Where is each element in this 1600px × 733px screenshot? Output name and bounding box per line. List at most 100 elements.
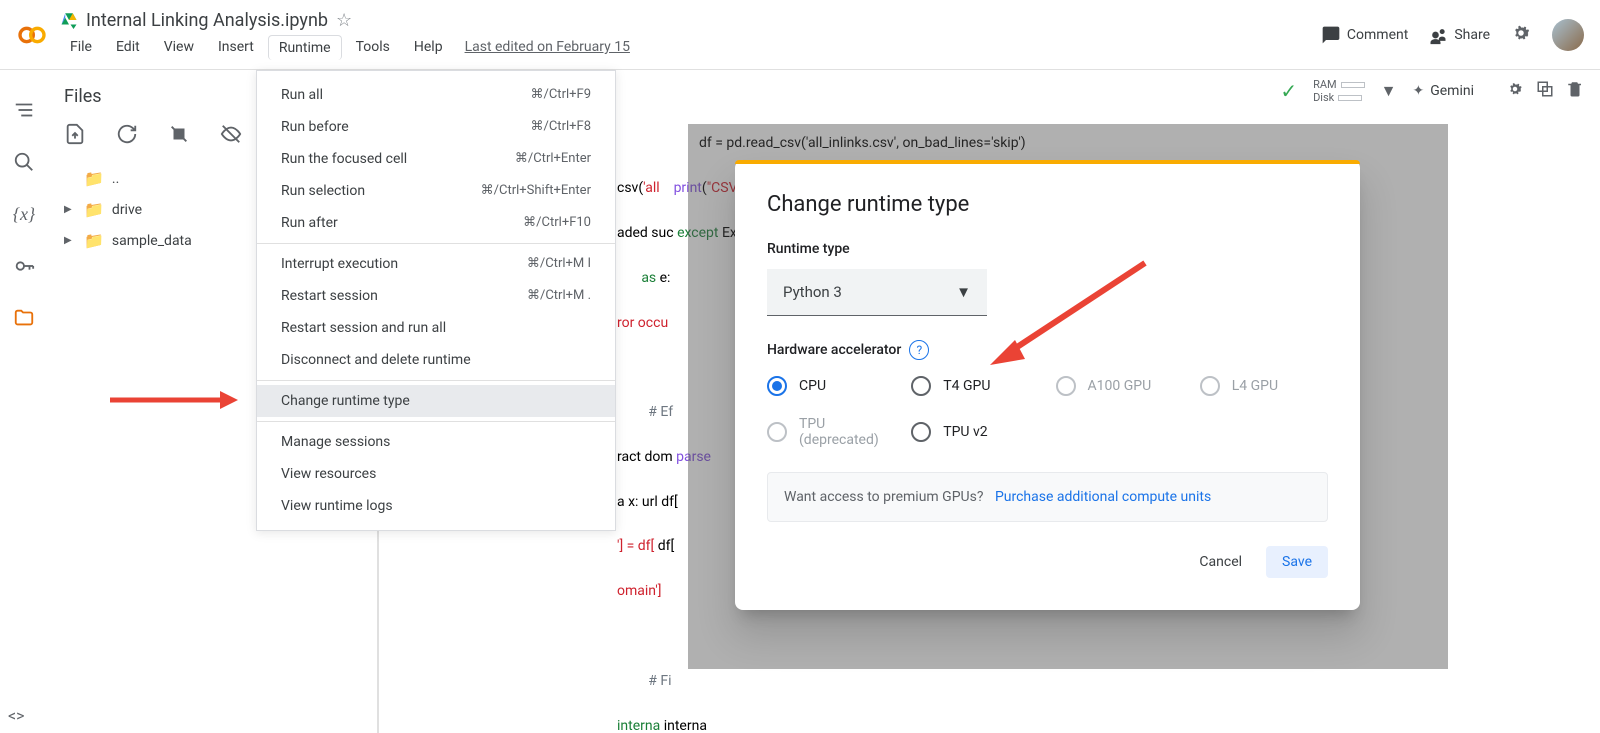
comment-button[interactable]: Comment	[1321, 25, 1408, 45]
runtime-menu-item[interactable]: Manage sessions	[257, 426, 615, 458]
mirror-cell-icon[interactable]	[1536, 80, 1554, 102]
refresh-icon[interactable]	[116, 123, 140, 147]
last-edited[interactable]: Last edited on February 15	[465, 39, 630, 55]
menu-item-label: Manage sessions	[281, 434, 390, 450]
runtime-menu-item[interactable]: Run before⌘/Ctrl+F8	[257, 111, 615, 143]
menu-edit[interactable]: Edit	[106, 35, 150, 59]
gemini-label: Gemini	[1430, 83, 1474, 99]
accelerator-option[interactable]: CPU	[767, 376, 895, 396]
menu-item-shortcut: ⌘/Ctrl+F10	[523, 215, 591, 231]
settings-icon[interactable]	[1510, 22, 1532, 48]
menu-item-label: View runtime logs	[281, 498, 393, 514]
files-icon[interactable]	[12, 306, 36, 330]
radio-icon	[911, 376, 931, 396]
drive-icon	[60, 11, 78, 29]
save-button[interactable]: Save	[1266, 546, 1328, 578]
resource-meters[interactable]: RAM Disk	[1313, 78, 1365, 104]
delete-cell-icon[interactable]	[1566, 80, 1584, 102]
radio-label: TPU (deprecated)	[799, 416, 895, 448]
menu-insert[interactable]: Insert	[208, 35, 264, 59]
modal-accent-bar	[735, 160, 1360, 164]
runtime-menu-item[interactable]: View resources	[257, 458, 615, 490]
runtime-menu-item[interactable]: Interrupt execution ⌘/Ctrl+M I	[257, 248, 615, 280]
menu-item-label: Interrupt execution	[281, 256, 398, 272]
radio-label: T4 GPU	[943, 378, 990, 394]
sparkle-icon: ✦	[1412, 83, 1424, 99]
radio-label: CPU	[799, 378, 826, 394]
file-label: sample_data	[112, 233, 192, 249]
hidden-files-icon[interactable]	[220, 123, 244, 147]
menu-file[interactable]: File	[60, 35, 102, 59]
dropdown-caret-icon: ▼	[956, 283, 971, 301]
menu-item-label: Change runtime type	[281, 393, 410, 409]
upload-icon[interactable]	[64, 123, 88, 147]
premium-banner: Want access to premium GPUs? Purchase ad…	[767, 472, 1328, 522]
left-sidebar: {x}	[0, 70, 48, 330]
radio-icon	[911, 422, 931, 442]
colab-logo	[16, 19, 48, 51]
hw-accel-label: Hardware accelerator	[767, 342, 901, 358]
star-icon[interactable]: ☆	[336, 10, 352, 31]
menu-bar: File Edit View Insert Runtime Tools Help…	[60, 35, 1321, 60]
menu-item-shortcut: ⌘/Ctrl+Shift+Enter	[481, 183, 591, 199]
accelerator-option: A100 GPU	[1056, 376, 1184, 396]
ram-label: RAM	[1313, 78, 1337, 91]
runtime-menu-item[interactable]: Disconnect and delete runtime	[257, 344, 615, 376]
share-button[interactable]: Share	[1428, 25, 1490, 45]
runtime-menu-item[interactable]: Run after ⌘/Ctrl+F10	[257, 207, 615, 239]
accelerator-radio-group: CPU T4 GPU A100 GPU L4 GPU TPU (deprecated) T…	[767, 376, 1328, 448]
mount-drive-icon[interactable]	[168, 123, 192, 147]
menu-item-label: View resources	[281, 466, 376, 482]
check-icon: ✓	[1280, 79, 1297, 103]
cell-settings-icon[interactable]	[1506, 80, 1524, 102]
share-label: Share	[1454, 27, 1490, 43]
runtime-menu-item[interactable]: View runtime logs	[257, 490, 615, 522]
menu-view[interactable]: View	[154, 35, 204, 59]
accelerator-option: L4 GPU	[1200, 376, 1328, 396]
menu-runtime[interactable]: Runtime	[268, 35, 342, 60]
menu-item-label: Run before	[281, 119, 349, 135]
radio-label: TPU v2	[943, 424, 987, 440]
gemini-button[interactable]: ✦ Gemini	[1412, 83, 1474, 99]
runtime-menu-item[interactable]: Run all⌘/Ctrl+F9	[257, 79, 615, 111]
runtime-menu-item[interactable]: Restart session⌘/Ctrl+M .	[257, 280, 615, 312]
menu-item-label: Run selection	[281, 183, 365, 199]
cancel-button[interactable]: Cancel	[1183, 546, 1258, 578]
radio-icon	[1200, 376, 1220, 396]
secrets-icon[interactable]	[12, 254, 36, 278]
annotation-arrow-1	[110, 388, 240, 416]
help-icon[interactable]: ?	[909, 340, 929, 360]
runtime-menu-item[interactable]: Run selection ⌘/Ctrl+Shift+Enter	[257, 175, 615, 207]
menu-item-shortcut: ⌘/Ctrl+M I	[527, 256, 591, 272]
runtime-type-select[interactable]: Python 3 ▼	[767, 269, 987, 316]
variables-icon[interactable]: {x}	[12, 202, 36, 226]
status-dropdown-icon[interactable]: ▼	[1381, 81, 1397, 101]
radio-label: L4 GPU	[1232, 378, 1278, 394]
file-label: drive	[112, 202, 142, 218]
search-icon[interactable]	[12, 150, 36, 174]
premium-link[interactable]: Purchase additional compute units	[995, 489, 1211, 505]
runtime-menu-item[interactable]: Change runtime type	[257, 385, 615, 417]
accelerator-option: TPU (deprecated)	[767, 416, 895, 448]
accelerator-option[interactable]: T4 GPU	[911, 376, 1039, 396]
menu-item-shortcut: ⌘/Ctrl+Enter	[515, 151, 591, 167]
avatar[interactable]	[1552, 19, 1584, 51]
menu-tools[interactable]: Tools	[346, 35, 400, 59]
modal-title: Change runtime type	[767, 192, 1328, 217]
notebook-title[interactable]: Internal Linking Analysis.ipynb	[86, 10, 328, 31]
runtime-dropdown: Run all⌘/Ctrl+F9Run before⌘/Ctrl+F8Run t…	[256, 70, 616, 531]
menu-item-label: Run after	[281, 215, 338, 231]
menu-item-shortcut: ⌘/Ctrl+F9	[530, 87, 591, 103]
runtime-menu-item[interactable]: Run the focused cell⌘/Ctrl+Enter	[257, 143, 615, 175]
code-icon[interactable]: <>	[8, 706, 25, 725]
runtime-type-value: Python 3	[783, 283, 842, 301]
header-right: Comment Share	[1321, 19, 1584, 51]
toc-icon[interactable]	[12, 98, 36, 122]
annotation-arrow-2	[980, 255, 1160, 379]
file-label: ..	[112, 171, 119, 187]
accelerator-option[interactable]: TPU v2	[911, 416, 1039, 448]
menu-help[interactable]: Help	[404, 35, 453, 59]
runtime-menu-item[interactable]: Restart session and run all	[257, 312, 615, 344]
header: Internal Linking Analysis.ipynb ☆ File E…	[0, 0, 1600, 70]
menu-item-shortcut: ⌘/Ctrl+M .	[527, 288, 591, 304]
